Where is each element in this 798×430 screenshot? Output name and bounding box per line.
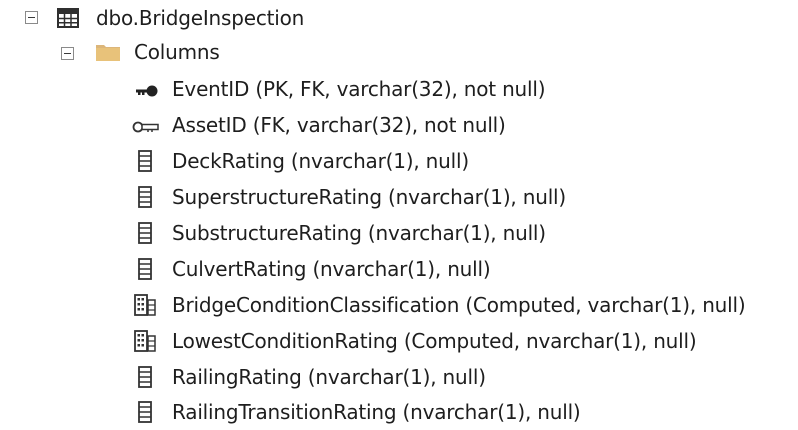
- tree-node-column[interactable]: SubstructureRating (nvarchar(1), null): [0, 215, 798, 251]
- tree-node-columns-folder[interactable]: Columns: [0, 34, 798, 70]
- column-icon: [138, 186, 152, 212]
- column-icon: [138, 150, 152, 176]
- column-label: SuperstructureRating (nvarchar(1), null): [172, 185, 567, 209]
- tree-node-column[interactable]: RailingTransitionRating (nvarchar(1), nu…: [0, 394, 798, 430]
- column-label: SubstructureRating (nvarchar(1), null): [172, 221, 546, 245]
- collapse-toggle-table[interactable]: [25, 11, 38, 24]
- column-label: LowestConditionRating (Computed, nvarcha…: [172, 329, 697, 353]
- column-label: EventID (PK, FK, varchar(32), not null): [172, 77, 546, 101]
- foreign-key-icon: [132, 119, 159, 138]
- computed-column-icon: [134, 294, 156, 320]
- table-icon: [57, 8, 79, 32]
- column-label: BridgeConditionClassification (Computed,…: [172, 293, 746, 317]
- object-explorer-tree: dbo.BridgeInspection Columns EventID (PK…: [0, 0, 798, 428]
- tree-node-column[interactable]: AssetID (FK, varchar(32), not null): [0, 107, 798, 143]
- column-icon: [138, 401, 152, 427]
- tree-node-column[interactable]: SuperstructureRating (nvarchar(1), null): [0, 179, 798, 215]
- column-label: RailingTransitionRating (nvarchar(1), nu…: [172, 400, 581, 424]
- column-icon: [138, 258, 152, 284]
- table-name: dbo.BridgeInspection: [96, 6, 305, 30]
- tree-node-column[interactable]: EventID (PK, FK, varchar(32), not null): [0, 71, 798, 107]
- column-icon: [138, 366, 152, 392]
- column-label: DeckRating (nvarchar(1), null): [172, 149, 469, 173]
- computed-column-icon: [134, 330, 156, 356]
- primary-key-icon: [135, 83, 159, 102]
- tree-node-column[interactable]: CulvertRating (nvarchar(1), null): [0, 251, 798, 287]
- folder-icon: [95, 42, 121, 66]
- column-label: RailingRating (nvarchar(1), null): [172, 365, 486, 389]
- tree-node-column[interactable]: RailingRating (nvarchar(1), null): [0, 359, 798, 395]
- column-icon: [138, 222, 152, 248]
- collapse-toggle-columns[interactable]: [61, 47, 74, 60]
- folder-label: Columns: [134, 40, 220, 64]
- tree-node-column[interactable]: BridgeConditionClassification (Computed,…: [0, 287, 798, 323]
- column-label: AssetID (FK, varchar(32), not null): [172, 113, 506, 137]
- tree-node-table[interactable]: dbo.BridgeInspection: [0, 0, 798, 36]
- column-label: CulvertRating (nvarchar(1), null): [172, 257, 491, 281]
- tree-node-column[interactable]: DeckRating (nvarchar(1), null): [0, 143, 798, 179]
- tree-node-column[interactable]: LowestConditionRating (Computed, nvarcha…: [0, 323, 798, 359]
